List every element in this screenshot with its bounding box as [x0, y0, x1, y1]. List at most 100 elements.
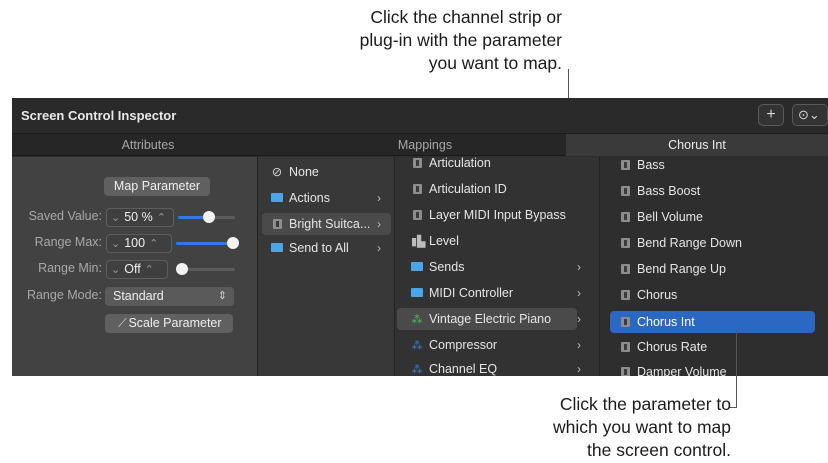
parameter-label: Bass: [637, 158, 665, 172]
parameter-label: Chorus: [637, 288, 678, 302]
chevron-up-icon[interactable]: ⌃: [145, 238, 162, 250]
chevron-right-icon: ›: [377, 191, 381, 205]
saved-value: 50 %: [124, 210, 153, 224]
range-min-stepper[interactable]: ⌄ Off ⌃: [106, 260, 168, 279]
list-item[interactable]: Articulation ID: [411, 178, 581, 200]
callout-top-line: you want to map.: [428, 53, 562, 73]
list-item-label: Layer MIDI Input Bypass: [429, 208, 566, 222]
updown-chevron-icon: ⇕: [217, 290, 227, 302]
range-min-value: Off: [124, 262, 141, 276]
range-min-slider[interactable]: [176, 263, 235, 275]
parameter-icon: [619, 206, 631, 228]
list-item-label: Articulation: [429, 156, 491, 170]
parameter-icon: [619, 180, 631, 202]
range-mode-select[interactable]: Standard ⇕: [105, 287, 234, 306]
list-item-selected-plugin[interactable]: ⁂ Vintage Electric Piano ›: [411, 308, 582, 330]
range-max-slider-knob[interactable]: [227, 237, 239, 249]
list-item-label: None: [289, 165, 319, 179]
parameter-item[interactable]: Bend Range Down: [619, 232, 742, 254]
parameter-item[interactable]: Bass: [619, 154, 665, 176]
parameter-icon: [619, 258, 631, 280]
list-item[interactable]: Articulation: [411, 152, 581, 174]
list-item[interactable]: ⁂ Compressor ›: [411, 334, 582, 356]
list-item[interactable]: MIDI Controller ›: [411, 282, 581, 304]
chevron-right-icon: ›: [577, 338, 581, 352]
parameter-icon: [411, 152, 423, 174]
list-item-label: MIDI Controller: [429, 286, 514, 300]
saved-value-slider-knob[interactable]: [203, 211, 216, 223]
list-item-label: Actions: [289, 191, 330, 205]
parameter-item[interactable]: Damper Volume: [619, 361, 727, 376]
range-max-value: 100: [124, 236, 146, 250]
parameter-label: Chorus Rate: [637, 340, 708, 354]
saved-value-label: Saved Value:: [28, 209, 102, 223]
list-item-label: Send to All: [289, 241, 349, 255]
chevron-down-icon[interactable]: ⌄: [107, 212, 124, 224]
parameter-item[interactable]: Bend Range Up: [619, 258, 726, 280]
chevron-down-icon[interactable]: ⌄: [107, 238, 124, 250]
list-item-none[interactable]: ⊘ None: [271, 161, 381, 183]
chevron-down-icon[interactable]: ⌄: [107, 264, 124, 276]
add-button[interactable]: +: [758, 104, 784, 126]
title-bar: Screen Control Inspector + ⊙⌄: [12, 98, 828, 134]
chevron-right-icon: ›: [377, 217, 381, 231]
range-max-slider[interactable]: [176, 237, 239, 249]
parameter-item[interactable]: Bass Boost: [619, 180, 700, 202]
scale-parameter-button[interactable]: ⟋ Scale Parameter: [105, 314, 233, 333]
map-parameter-button[interactable]: Map Parameter: [104, 177, 210, 196]
chevron-up-icon[interactable]: ⌃: [141, 264, 158, 276]
list-item-label: Vintage Electric Piano: [429, 312, 552, 326]
list-item-label: Sends: [429, 260, 465, 274]
parameters-column: Bass Bass Boost Bell Volume Bend Range D…: [599, 157, 828, 376]
callout-top-line: Click the channel strip or: [370, 7, 562, 27]
range-max-stepper[interactable]: ⌄ 100 ⌃: [106, 234, 172, 253]
parameter-icon: [619, 336, 631, 358]
actions-column: ⊘ None Actions › Bright Suitca... › Send to…: [257, 157, 394, 376]
list-item[interactable]: ⁂ Channel EQ ›: [411, 358, 582, 376]
plugin-icon: ⁂: [411, 340, 423, 352]
plugin-icon: ⁂: [411, 364, 423, 376]
callout-bottom-leader-line: [736, 330, 737, 408]
tab-attributes[interactable]: Attributes: [12, 134, 284, 156]
list-item-label: Articulation ID: [429, 182, 507, 196]
inspector-title: Screen Control Inspector: [21, 108, 177, 123]
saved-value-slider[interactable]: [178, 211, 235, 223]
parameter-label: Bass Boost: [637, 184, 701, 198]
parameter-label: Bend Range Up: [637, 262, 726, 276]
list-item-label: Channel EQ: [429, 362, 498, 376]
parameter-item[interactable]: Chorus: [619, 284, 677, 306]
list-item[interactable]: ▮▙ Level: [411, 230, 581, 252]
parameter-icon: [619, 311, 631, 333]
range-max-label: Range Max:: [34, 235, 102, 249]
screen-control-inspector: Screen Control Inspector + ⊙⌄ Attributes…: [12, 98, 828, 376]
more-options-button[interactable]: ⊙⌄: [792, 104, 828, 126]
list-item-send-to-all[interactable]: Send to All ›: [271, 237, 381, 259]
folder-icon: [411, 282, 423, 304]
parameter-icon: [411, 178, 423, 200]
chevron-up-icon[interactable]: ⌃: [153, 212, 170, 224]
scale-parameter-label: Scale Parameter: [128, 316, 222, 330]
list-item[interactable]: Sends ›: [411, 256, 581, 278]
list-item-channel-strip[interactable]: Bright Suitca... ›: [271, 213, 381, 235]
parameter-icon: [411, 204, 423, 226]
parameter-icon: [619, 284, 631, 306]
folder-icon: [271, 187, 283, 209]
none-icon: ⊘: [271, 165, 283, 179]
chevron-right-icon: ›: [577, 362, 581, 376]
callout-bottom-line: the screen control.: [587, 440, 731, 460]
folder-icon: [411, 256, 423, 278]
list-item-label: Compressor: [429, 338, 498, 352]
parameter-item-selected[interactable]: Chorus Int: [619, 311, 695, 333]
list-item-actions[interactable]: Actions ›: [271, 187, 381, 209]
saved-value-stepper[interactable]: ⌄ 50 % ⌃: [106, 208, 174, 227]
scale-curve-icon: ⟋: [118, 316, 127, 330]
list-item-label: Bright Suitca...: [289, 217, 371, 231]
folder-icon: [271, 237, 283, 259]
parameter-item[interactable]: Bell Volume: [619, 206, 703, 228]
parameter-icon: [619, 232, 631, 254]
list-item-label: Level: [429, 234, 459, 248]
range-min-slider-knob[interactable]: [176, 263, 188, 275]
plugins-column: Articulation Articulation ID Layer MIDI …: [394, 156, 599, 376]
list-item[interactable]: Layer MIDI Input Bypass: [411, 204, 581, 226]
parameter-item[interactable]: Chorus Rate: [619, 336, 707, 358]
